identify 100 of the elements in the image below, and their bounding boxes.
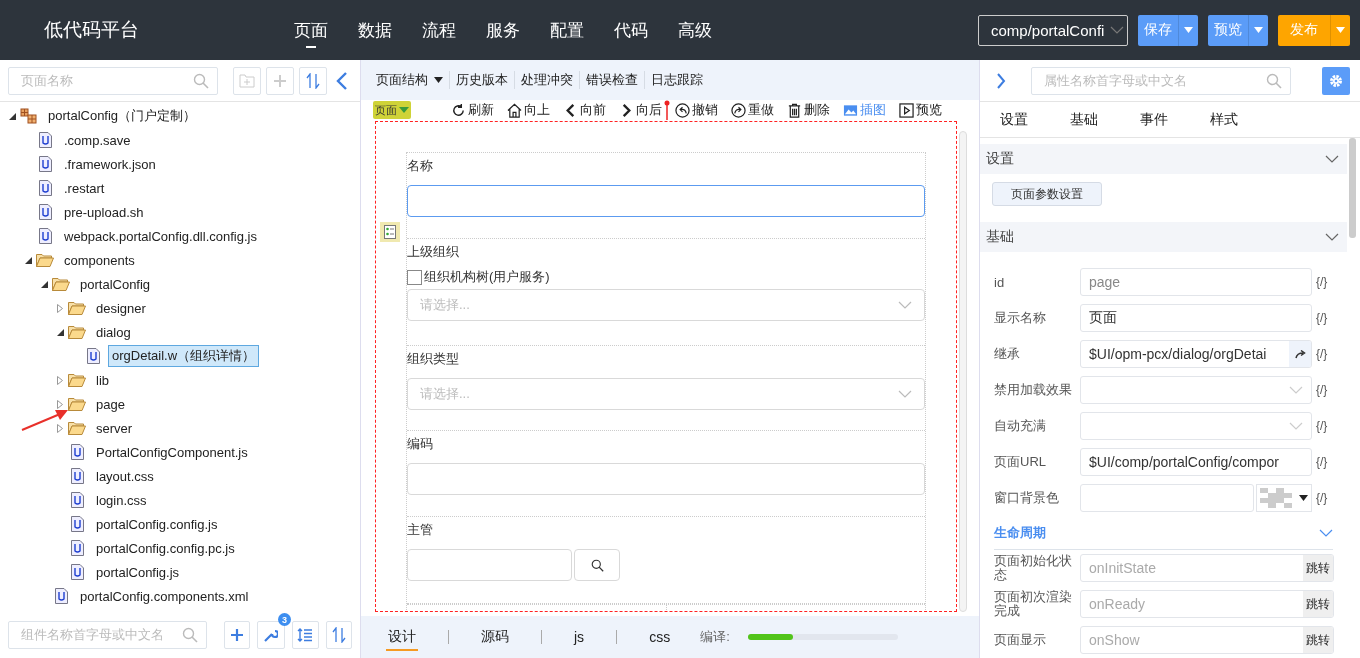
nav-tab[interactable]: 高级 xyxy=(678,0,712,60)
event-input[interactable]: onShow 跳转 xyxy=(1080,626,1334,654)
tree-item[interactable]: dialog xyxy=(92,322,135,342)
canvas-action[interactable]: 插图 xyxy=(843,101,886,119)
expanded-triangle-icon[interactable] xyxy=(40,280,48,288)
toolbar-item[interactable]: 处理冲突 xyxy=(514,71,579,89)
sort-button[interactable] xyxy=(299,66,327,95)
property-tab[interactable]: 设置 xyxy=(1000,110,1028,129)
sort-button[interactable] xyxy=(325,621,352,649)
canvas-action[interactable]: 向上 xyxy=(507,101,550,119)
scrollbar[interactable] xyxy=(959,131,967,612)
form-handle-icon[interactable] xyxy=(380,222,400,242)
nav-tab[interactable]: 页面 xyxy=(294,0,328,60)
canvas-action[interactable]: 删除 xyxy=(787,101,830,119)
canvas-action[interactable]: 预览 xyxy=(899,101,942,119)
toolbar-item[interactable]: 日志跟踪 xyxy=(644,71,709,89)
toolbar-item[interactable]: 错误检查 xyxy=(579,71,644,89)
tree-item[interactable]: portalConfig.js xyxy=(92,562,184,582)
canvas-action[interactable]: 向后 xyxy=(619,101,662,119)
expression-toggle[interactable]: {/} xyxy=(1316,383,1328,397)
property-tab[interactable]: 事件 xyxy=(1140,110,1168,129)
page-params-button[interactable]: 页面参数设置 xyxy=(992,182,1102,206)
element-tag[interactable]: 页面 xyxy=(373,101,411,119)
tree-item[interactable]: server xyxy=(92,418,137,438)
tree-item[interactable]: PortalConfigComponent.js xyxy=(92,442,252,462)
tree-item[interactable]: portalConfig.config.js xyxy=(92,514,222,534)
tree-item[interactable]: .comp.save xyxy=(60,130,135,150)
tree-item[interactable]: portalConfig.components.xml xyxy=(76,586,253,606)
expression-toggle[interactable]: {/} xyxy=(1316,275,1328,289)
tools-button[interactable] xyxy=(257,621,286,649)
expression-toggle[interactable]: {/} xyxy=(1316,491,1328,505)
canvas-action[interactable]: 刷新 xyxy=(451,101,494,119)
collapsed-triangle-icon[interactable] xyxy=(57,303,63,313)
tree-item[interactable]: components xyxy=(60,250,139,270)
property-value: $UI/opm-pcx/dialog/orgDetai xyxy=(1089,346,1267,362)
expression-toggle[interactable]: {/} xyxy=(1316,419,1328,433)
editor-tab[interactable]: 源码 xyxy=(479,623,511,651)
collapsed-triangle-icon[interactable] xyxy=(57,399,63,409)
chevron-left-icon[interactable] xyxy=(336,71,348,90)
add-button[interactable] xyxy=(223,621,251,649)
event-input[interactable]: onInitState 跳转 xyxy=(1080,554,1334,582)
tree-item[interactable]: designer xyxy=(92,298,150,318)
field-label: 名称 xyxy=(407,157,434,175)
settings-button[interactable] xyxy=(1322,66,1350,95)
jump-button[interactable]: 跳转 xyxy=(1303,627,1333,653)
section-header[interactable]: 设置 xyxy=(980,144,1347,174)
tree-item[interactable]: portalConfig.config.pc.js xyxy=(92,538,239,558)
tree-item[interactable]: orgDetail.w（组织详情） xyxy=(108,345,260,367)
tree-item[interactable]: .restart xyxy=(60,178,109,198)
tree-item[interactable]: pre-upload.sh xyxy=(60,202,148,222)
property-tab[interactable]: 基础 xyxy=(1070,110,1098,129)
tree-item[interactable]: layout.css xyxy=(92,466,158,486)
nav-tab[interactable]: 数据 xyxy=(358,0,392,60)
folder-icon xyxy=(36,253,54,267)
editor-tab[interactable]: js xyxy=(572,624,587,650)
tree-item[interactable]: lib xyxy=(92,370,113,390)
event-input[interactable]: onReady 跳转 xyxy=(1080,590,1334,618)
expression-toggle[interactable]: {/} xyxy=(1316,311,1328,325)
tree-item[interactable]: webpack.portalConfig.dll.config.js xyxy=(60,226,261,246)
nav-tab[interactable]: 配置 xyxy=(550,0,584,60)
property-input[interactable]: 页面 xyxy=(1080,304,1312,332)
text-input[interactable] xyxy=(407,185,925,217)
expanded-triangle-icon[interactable] xyxy=(8,112,16,120)
editor-tab[interactable]: css xyxy=(647,624,673,650)
toolbar-item[interactable]: 页面结构 xyxy=(376,71,449,89)
expanded-triangle-icon[interactable] xyxy=(24,256,32,264)
tree-item[interactable]: .framework.json xyxy=(60,154,160,174)
expression-toggle[interactable]: {/} xyxy=(1316,455,1328,469)
jump-button[interactable]: 跳转 xyxy=(1303,555,1333,581)
collapsed-triangle-icon[interactable] xyxy=(57,375,63,385)
canvas-action[interactable]: 重做 xyxy=(731,101,774,119)
tree-item[interactable]: login.css xyxy=(92,490,151,510)
toolbar-item[interactable]: 历史版本 xyxy=(449,71,514,89)
chevron-right-icon[interactable] xyxy=(996,72,1006,89)
section-header[interactable]: 基础 xyxy=(980,222,1347,252)
nav-tab[interactable]: 代码 xyxy=(614,0,648,60)
property-input[interactable]: $UI/comp/portalConfig/compor xyxy=(1080,448,1312,476)
canvas-action[interactable]: 向前 xyxy=(563,101,606,119)
tree-item[interactable]: portalConfig（门户定制） xyxy=(44,105,201,127)
property-input[interactable] xyxy=(1080,484,1254,512)
checkbox[interactable] xyxy=(407,269,422,285)
search-button[interactable] xyxy=(574,549,620,581)
tree-item[interactable]: portalConfig xyxy=(76,274,155,294)
tree-item[interactable]: page xyxy=(92,394,129,414)
path-select[interactable]: comp/portalConfi xyxy=(978,14,1128,46)
property-tab[interactable]: 样式 xyxy=(1210,110,1238,129)
jump-button[interactable]: 跳转 xyxy=(1303,591,1333,617)
list-button[interactable] xyxy=(292,621,319,649)
canvas-action[interactable]: 撤销 xyxy=(675,101,718,119)
expanded-triangle-icon[interactable] xyxy=(56,328,64,336)
nav-tab[interactable]: 流程 xyxy=(422,0,456,60)
property-input[interactable]: $UI/opm-pcx/dialog/orgDetai xyxy=(1080,340,1312,368)
expression-toggle[interactable]: {/} xyxy=(1316,347,1328,361)
scrollbar[interactable] xyxy=(1349,138,1356,238)
color-picker[interactable] xyxy=(1256,484,1312,512)
property-input[interactable]: page xyxy=(1080,268,1312,296)
checkbox-label[interactable]: 组织机构树(用户服务) xyxy=(407,267,925,287)
collapsed-triangle-icon[interactable] xyxy=(57,423,63,433)
nav-tab[interactable]: 服务 xyxy=(486,0,520,60)
editor-tab[interactable]: 设计 xyxy=(386,623,418,651)
